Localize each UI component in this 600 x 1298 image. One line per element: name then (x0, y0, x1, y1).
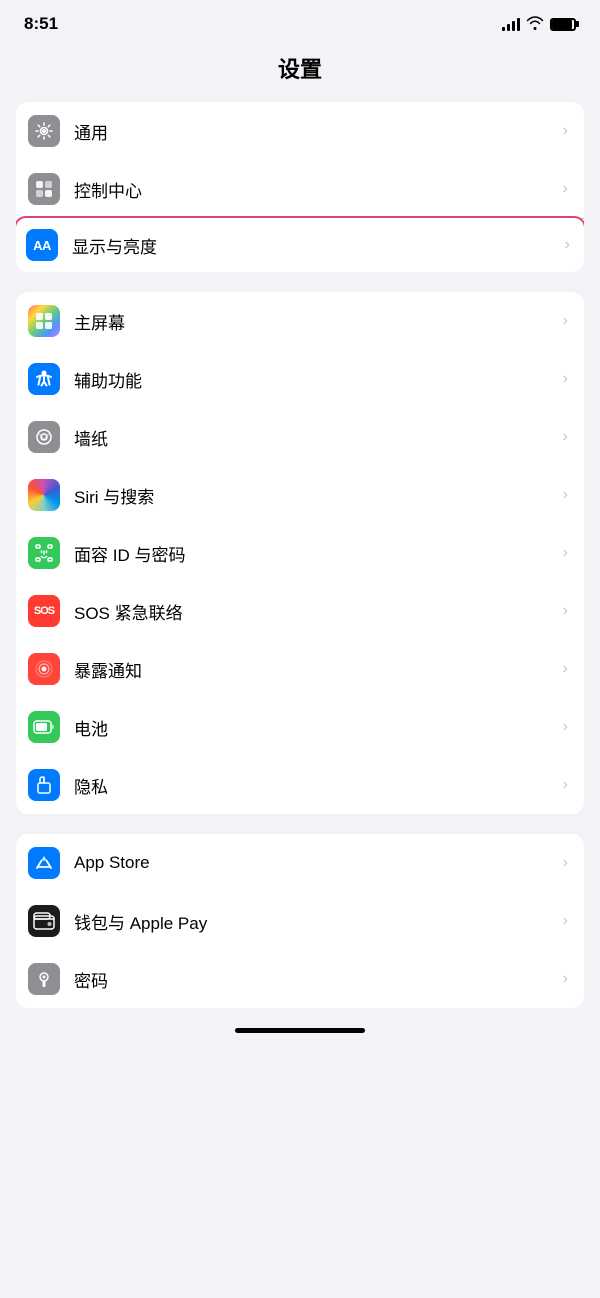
control-center-icon (28, 173, 60, 205)
siri-icon (28, 479, 60, 511)
settings-item-general[interactable]: 通用 › (16, 102, 584, 160)
settings-group-1: 通用 › 控制中心 › AA 显示与亮度 › (16, 102, 584, 272)
wallet-icon (28, 905, 60, 937)
settings-item-password[interactable]: 密码 › (16, 950, 584, 1008)
wallpaper-icon (28, 421, 60, 453)
settings-item-battery[interactable]: 电池 › (16, 698, 584, 756)
exposure-icon (28, 653, 60, 685)
settings-item-control-center[interactable]: 控制中心 › (16, 160, 584, 218)
battery-chevron: › (563, 718, 568, 736)
siri-chevron: › (563, 486, 568, 504)
wallet-label: 钱包与 Apple Pay (74, 909, 555, 934)
general-chevron: › (563, 122, 568, 140)
settings-item-siri[interactable]: Siri 与搜索 › (16, 466, 584, 524)
control-center-chevron: › (563, 180, 568, 198)
exposure-label: 暴露通知 (74, 657, 555, 682)
settings-item-display[interactable]: AA 显示与亮度 › (16, 216, 584, 272)
general-label: 通用 (74, 119, 555, 144)
app-store-label: App Store (74, 853, 555, 873)
privacy-chevron: › (563, 776, 568, 794)
settings-item-privacy[interactable]: 隐私 › (16, 756, 584, 814)
battery-settings-icon (28, 711, 60, 743)
wallpaper-label: 墙纸 (74, 425, 555, 450)
password-chevron: › (563, 970, 568, 988)
password-icon (28, 963, 60, 995)
general-icon (28, 115, 60, 147)
page-title: 设置 (0, 42, 600, 102)
status-time: 8:51 (24, 14, 58, 34)
wallpaper-chevron: › (563, 428, 568, 446)
settings-group-3: App Store › 钱包与 Apple Pay › 密码 › (16, 834, 584, 1008)
home-screen-chevron: › (563, 312, 568, 330)
settings-item-wallpaper[interactable]: 墙纸 › (16, 408, 584, 466)
home-bar (235, 1028, 365, 1033)
display-chevron: › (565, 236, 570, 254)
privacy-label: 隐私 (74, 773, 555, 798)
settings-item-face-id[interactable]: 面容 ID 与密码 › (16, 524, 584, 582)
settings-item-wallet[interactable]: 钱包与 Apple Pay › (16, 892, 584, 950)
settings-item-sos[interactable]: SOS SOS 紧急联络 › (16, 582, 584, 640)
display-label: 显示与亮度 (72, 233, 557, 258)
sos-icon: SOS (28, 595, 60, 627)
signal-icon (502, 17, 520, 31)
wallet-chevron: › (563, 912, 568, 930)
sos-chevron: › (563, 602, 568, 620)
display-icon: AA (26, 229, 58, 261)
app-store-chevron: › (563, 854, 568, 872)
exposure-chevron: › (563, 660, 568, 678)
face-id-icon (28, 537, 60, 569)
home-screen-icon (28, 305, 60, 337)
settings-item-home-screen[interactable]: 主屏幕 › (16, 292, 584, 350)
battery-icon (550, 18, 576, 31)
status-icons (502, 16, 576, 33)
app-store-icon (28, 847, 60, 879)
control-center-label: 控制中心 (74, 177, 555, 202)
face-id-label: 面容 ID 与密码 (74, 541, 555, 566)
accessibility-icon (28, 363, 60, 395)
password-label: 密码 (74, 967, 555, 992)
siri-label: Siri 与搜索 (74, 483, 555, 508)
wifi-icon (526, 16, 544, 33)
accessibility-chevron: › (563, 370, 568, 388)
battery-label: 电池 (74, 715, 555, 740)
settings-group-2: 主屏幕 › 辅助功能 › 墙纸 › Siri 与搜 (16, 292, 584, 814)
settings-item-exposure[interactable]: 暴露通知 › (16, 640, 584, 698)
privacy-icon (28, 769, 60, 801)
status-bar: 8:51 (0, 0, 600, 42)
settings-item-app-store[interactable]: App Store › (16, 834, 584, 892)
home-screen-label: 主屏幕 (74, 309, 555, 334)
face-id-chevron: › (563, 544, 568, 562)
sos-label: SOS 紧急联络 (74, 599, 555, 624)
settings-item-accessibility[interactable]: 辅助功能 › (16, 350, 584, 408)
accessibility-label: 辅助功能 (74, 367, 555, 392)
